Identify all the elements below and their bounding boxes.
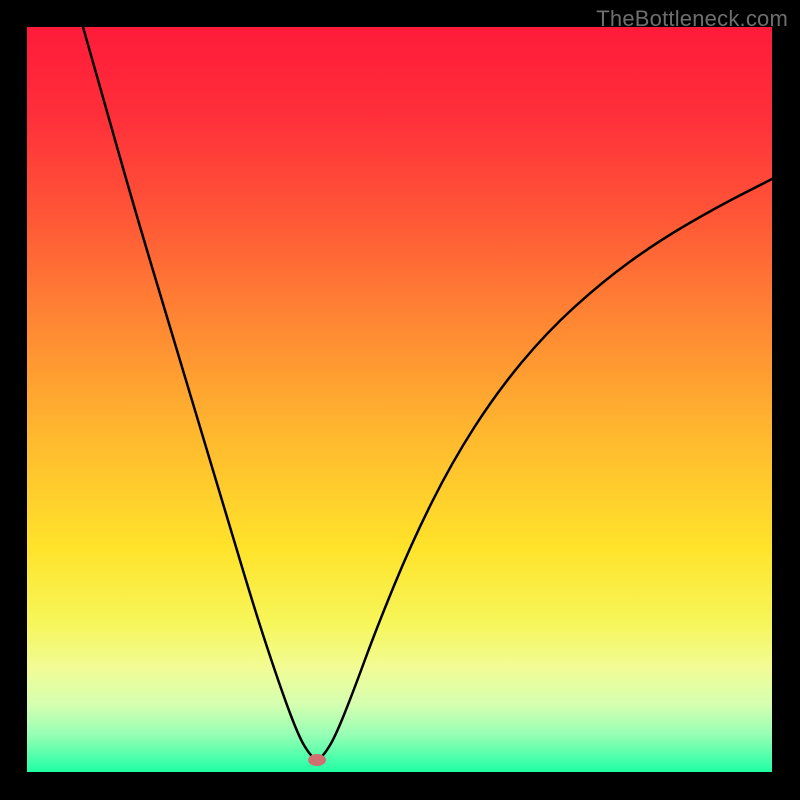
chart-frame xyxy=(27,27,772,772)
gradient-background xyxy=(27,27,772,772)
watermark-text: TheBottleneck.com xyxy=(596,6,788,32)
dip-marker xyxy=(308,754,326,766)
chart-svg xyxy=(27,27,772,772)
